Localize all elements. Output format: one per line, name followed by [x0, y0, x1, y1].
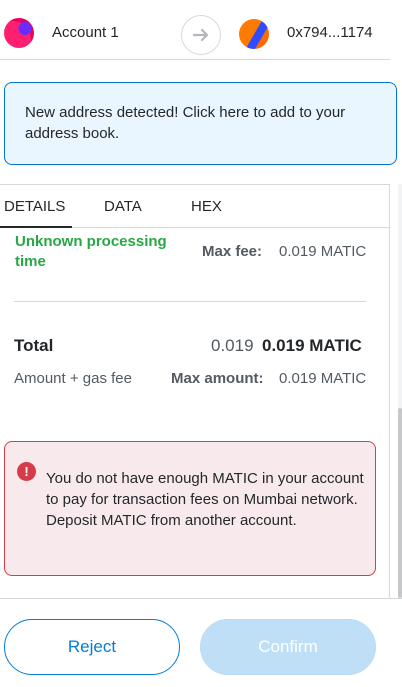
scrollbar-thumb[interactable]	[398, 408, 402, 598]
max-fee-value: 0.019 MATIC	[279, 243, 367, 260]
max-amount-value: 0.019 MATIC	[279, 370, 367, 387]
new-address-banner[interactable]: New address detected! Click here to add …	[4, 82, 397, 165]
max-fee-label: Max fee:	[202, 243, 263, 260]
total-subtitle: Amount + gas fee	[14, 370, 132, 387]
error-message: You do not have enough MATIC in your acc…	[46, 470, 364, 529]
tab-data[interactable]: DATA	[104, 198, 142, 215]
sender-avatar	[4, 18, 34, 48]
confirm-button[interactable]: Confirm	[200, 619, 376, 675]
tab-details[interactable]: DETAILS	[4, 198, 65, 215]
active-tab-indicator	[0, 226, 72, 228]
reject-button[interactable]: Reject	[4, 619, 180, 675]
recipient-avatar	[239, 19, 269, 49]
max-amount-label: Max amount:	[171, 370, 264, 387]
processing-time-estimate: Unknown processing time	[15, 233, 167, 270]
total-primary-value: 0.019 MATIC	[262, 336, 362, 355]
fee-divider	[14, 301, 366, 302]
sender-recipient-header: Account 1 0x794...1174	[0, 0, 390, 60]
insufficient-funds-error: ! You do not have enough MATIC in your a…	[4, 441, 376, 576]
footer-divider	[0, 598, 402, 599]
total-label: Total	[14, 336, 54, 355]
tab-hex[interactable]: HEX	[191, 198, 222, 215]
error-info-icon: !	[17, 462, 36, 481]
confirm-transaction-page: Account 1 0x794...1174 New address detec…	[0, 0, 402, 687]
arrow-right-icon	[181, 15, 221, 55]
total-secondary-value: 0.019	[211, 336, 254, 355]
sender-account-name[interactable]: Account 1	[52, 24, 119, 41]
recipient-address[interactable]: 0x794...1174	[287, 24, 373, 41]
